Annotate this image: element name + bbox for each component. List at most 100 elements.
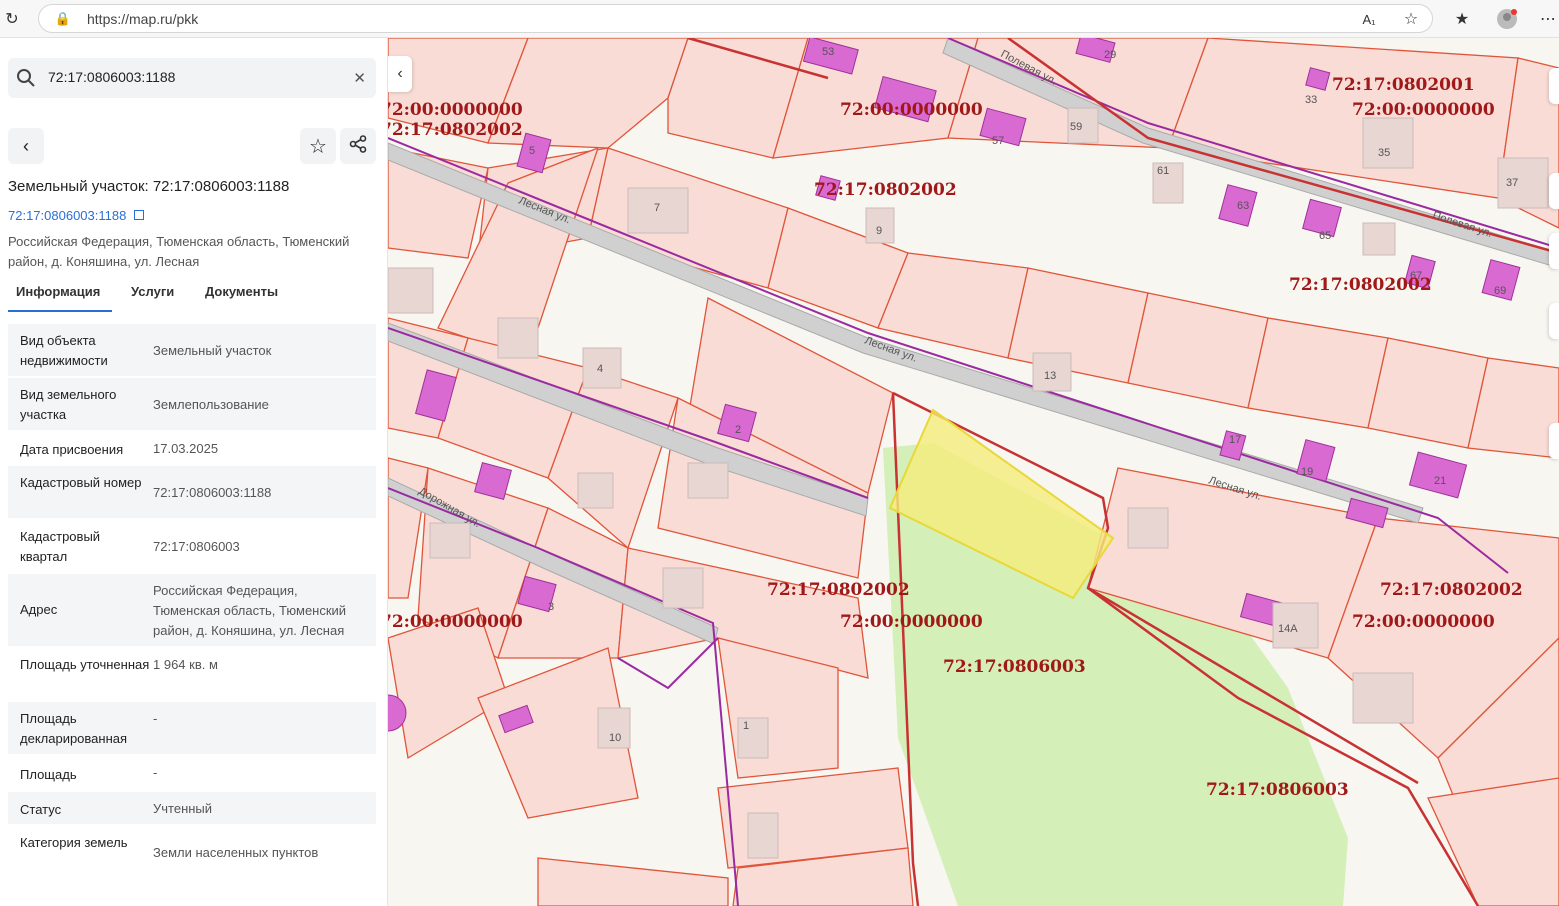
info-value: - — [153, 711, 158, 726]
info-value: 1 964 кв. м — [153, 657, 218, 672]
info-panel: 72:17:0806003:1188 ✕ ‹ ☆ Земельный участ… — [0, 38, 388, 906]
info-table: Вид объекта недвижимости Земельный участ… — [8, 324, 376, 878]
house-number: 2 — [735, 424, 741, 436]
house-number: 29 — [1104, 49, 1116, 61]
house-number: 13 — [1044, 370, 1056, 382]
house-number: 53 — [822, 46, 834, 58]
search-input[interactable]: 72:17:0806003:1188 — [48, 69, 175, 85]
url-text: https://map.ru/pkk — [87, 11, 199, 27]
info-row: Дата присвоения 17.03.2025 — [8, 432, 376, 466]
share-icon — [349, 134, 367, 158]
info-key: Кадастровый квартал — [20, 529, 101, 564]
object-address: Российская Федерация, Тюменская область,… — [8, 234, 350, 269]
map-control[interactable] — [1549, 303, 1559, 339]
info-row: Адрес Российская Федерация, Тюменская об… — [8, 574, 376, 648]
object-title: Земельный участок: 72:17:0806003:1188 — [8, 178, 290, 195]
map-canvas[interactable]: 53 29 33 5 57 59 35 7 61 37 9 63 65 67 6… — [388, 38, 1559, 906]
cadastral-number-link[interactable]: 72:17:0806003:1188 — [8, 208, 144, 223]
info-key: Площадь — [20, 767, 77, 782]
info-value: Земельный участок — [153, 343, 272, 358]
map-control[interactable] — [1549, 423, 1559, 459]
info-value: Российская Федерация, Тюменская область,… — [153, 583, 347, 638]
info-key: Дата присвоения — [20, 442, 124, 457]
info-row: Площадь - — [8, 756, 376, 792]
info-row: Категория земель Земли населенных пункто… — [8, 826, 376, 878]
quarter-label: 72:17:0806003 — [1206, 780, 1349, 800]
info-value: Земли населенных пунктов — [153, 845, 319, 860]
house-number: 4 — [597, 363, 603, 375]
tab-information[interactable]: Информация — [16, 284, 100, 299]
info-key: Вид объекта недвижимости — [20, 333, 108, 368]
map-control[interactable] — [1549, 233, 1559, 269]
house-number: 9 — [876, 225, 882, 237]
copy-icon[interactable] — [133, 210, 144, 220]
map-control[interactable] — [1549, 173, 1559, 209]
quarter-label: 72:17:0802002 — [1380, 580, 1523, 600]
map-control[interactable] — [1549, 68, 1559, 104]
star-icon: ☆ — [309, 135, 327, 158]
back-button[interactable]: ‹ — [8, 128, 44, 164]
cadastral-number-text[interactable]: 72:17:0806003:1188 — [8, 208, 126, 223]
search-box[interactable]: 72:17:0806003:1188 ✕ — [8, 58, 376, 98]
browser-toolbar: ↻ 🔒 https://map.ru/pkk A₁ ☆ ★ ⋯ — [0, 0, 1559, 38]
info-value: Землепользование — [153, 397, 269, 412]
quarter-label: 72:00:0000000 — [840, 612, 983, 632]
address-bar[interactable]: 🔒 https://map.ru/pkk A₁ ☆ — [38, 4, 1433, 33]
house-number: 17 — [1229, 434, 1241, 446]
quarter-label: 72:00:0000000 — [1352, 100, 1495, 120]
more-menu-icon[interactable]: ⋯ — [1538, 9, 1558, 29]
info-row: Площадь декларированная - — [8, 702, 376, 756]
info-key: Вид земельного участка — [20, 387, 117, 422]
tab-documents[interactable]: Документы — [205, 284, 278, 299]
active-tab-indicator — [8, 310, 112, 312]
info-value: 72:17:0806003 — [153, 539, 240, 554]
info-key: Кадастровый номер — [20, 475, 142, 490]
quarter-label: 72:17:0802002 — [388, 120, 523, 140]
quarter-label: 72:00:0000000 — [388, 612, 523, 632]
share-button[interactable] — [340, 128, 376, 164]
house-number: 14А — [1278, 623, 1298, 635]
house-number: 65 — [1319, 230, 1331, 242]
house-number: 5 — [529, 145, 535, 157]
info-value: Учтенный — [153, 801, 213, 816]
reload-icon[interactable]: ↻ — [2, 9, 22, 29]
collapse-panel-button[interactable]: ‹ — [388, 56, 412, 92]
info-value: 17.03.2025 — [153, 441, 219, 456]
info-row: Вид объекта недвижимости Земельный участ… — [8, 324, 376, 378]
info-key: Площадь уточненная — [20, 657, 150, 672]
house-number: 7 — [654, 202, 660, 214]
profile-avatar-icon[interactable] — [1497, 9, 1517, 29]
house-number: 33 — [1305, 94, 1317, 106]
search-icon — [16, 68, 36, 93]
lock-icon: 🔒 — [54, 11, 72, 26]
info-row: Вид земельного участка Землепользование — [8, 378, 376, 432]
info-key: Статус — [20, 802, 62, 817]
info-row: Статус Учтенный — [8, 792, 376, 826]
house-number: 63 — [1237, 200, 1249, 212]
quarter-label: 72:00:0000000 — [388, 100, 523, 120]
read-aloud-icon[interactable]: A₁ — [1359, 9, 1379, 29]
cadastral-map[interactable]: 53 29 33 5 57 59 35 7 61 37 9 63 65 67 6… — [388, 38, 1559, 906]
quarter-label: 72:17:0802002 — [767, 580, 910, 600]
house-number: 35 — [1378, 147, 1390, 159]
quarter-label: 72:00:0000000 — [1352, 612, 1495, 632]
chevron-left-icon: ‹ — [397, 65, 403, 82]
info-key: Площадь декларированная — [20, 711, 128, 746]
info-value: - — [153, 765, 158, 780]
info-row: Кадастровый номер 72:17:0806003:1188 — [8, 466, 376, 520]
tab-services[interactable]: Услуги — [131, 284, 174, 299]
favorite-star-icon[interactable]: ☆ — [1401, 9, 1421, 29]
house-number: 10 — [609, 732, 621, 744]
quarter-label: 72:17:0806003 — [943, 657, 1086, 677]
quarter-label: 72:17:0802001 — [1332, 75, 1475, 95]
house-number: 59 — [1070, 121, 1082, 133]
house-number: 1 — [743, 720, 749, 732]
chevron-left-icon: ‹ — [23, 135, 29, 156]
info-key: Адрес — [20, 602, 58, 617]
info-value: 72:17:0806003:1188 — [153, 485, 272, 500]
favorite-button[interactable]: ☆ — [300, 128, 336, 164]
info-key: Категория земель — [20, 835, 128, 850]
house-number: 19 — [1301, 466, 1313, 478]
clear-search-icon[interactable]: ✕ — [353, 69, 366, 87]
favorites-list-icon[interactable]: ★ — [1452, 9, 1472, 29]
